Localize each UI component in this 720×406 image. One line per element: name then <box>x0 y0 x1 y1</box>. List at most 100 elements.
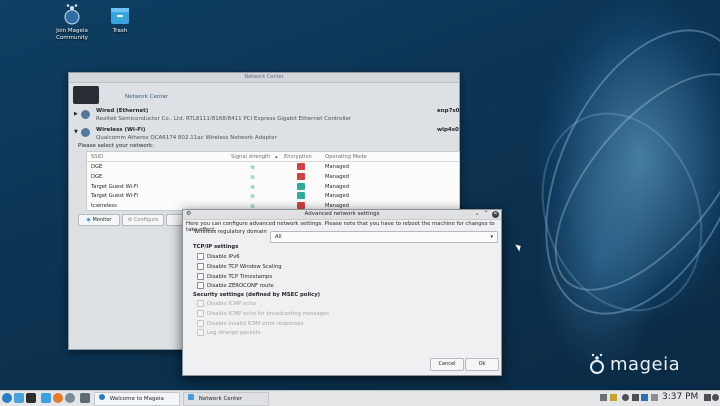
maximize-icon[interactable]: ⌃ <box>482 210 490 218</box>
dialog-titlebar[interactable]: ⚙ Advanced network settings ⌄ ⌃ ✕ <box>183 210 501 220</box>
network-row[interactable]: Target Guest Wi-Fi ≋ Managed <box>87 191 459 201</box>
taskbar-task-welcome[interactable]: Welcome to Mageia <box>94 392 180 406</box>
network-ssid: DGE <box>91 173 103 180</box>
settings-icon[interactable] <box>65 393 75 403</box>
checkbox-box[interactable] <box>197 253 204 260</box>
system-monitor-icon[interactable] <box>80 393 90 403</box>
configure-button-label: Configure <box>133 217 159 223</box>
wired-title: Wired (Ethernet) <box>96 108 149 114</box>
network-ssid: Target Guest Wi-Fi <box>91 193 138 200</box>
checkbox-label: Log strange packets <box>207 329 261 336</box>
taskbar-task-network-center[interactable]: Network Center <box>183 392 269 406</box>
checkbox-label: Disable ICMP echo for broadcasting messa… <box>207 310 330 317</box>
mageia-community-icon <box>61 4 83 26</box>
network-mode: Managed <box>325 183 349 190</box>
network-prompt: Please select your network: <box>78 143 154 149</box>
wireless-device: Qualcomm Atheros QCA6174 802.11ac Wirele… <box>96 135 277 141</box>
terminal-icon[interactable] <box>26 393 36 403</box>
checkbox-box[interactable] <box>197 263 204 270</box>
configure-button[interactable]: ⚙ Configure <box>122 214 164 226</box>
checkbox-label: Disable TCP Window Scaling <box>207 263 282 270</box>
open-lock-icon <box>297 182 305 190</box>
network-center-banner-icon <box>73 86 99 104</box>
checkbox-log-strange-packets: Log strange packets <box>197 329 261 336</box>
checkbox-disable-tcp-timestamps[interactable]: Disable TCP Timestamps <box>197 273 272 280</box>
network-ssid: DGE <box>91 164 103 170</box>
mageia-logo: mageia <box>588 353 680 375</box>
mageia-task-icon <box>99 394 105 400</box>
network-list[interactable]: SSID Signal strength ▴ Encryption Operat… <box>86 151 460 211</box>
minimize-icon[interactable]: ⌄ <box>473 210 481 218</box>
wireless-title: Wireless (Wi-Fi) <box>96 127 146 133</box>
show-desktop-icon[interactable] <box>14 393 24 403</box>
encrypted-lock-icon <box>297 163 305 170</box>
window-titlebar[interactable]: Network Center <box>69 73 459 83</box>
clipboard-icon[interactable] <box>600 394 607 401</box>
checkbox-label: Disable ZEROCONF route <box>207 282 274 289</box>
checkbox-label: Disable ICMP echo <box>207 300 256 307</box>
checkbox-disable-invalid-icmp: Disable invalid ICMP error responses <box>197 320 304 327</box>
signal-icon: ≋ <box>250 193 256 201</box>
clock[interactable]: 3:37 PM <box>662 392 698 402</box>
power-icon[interactable] <box>712 394 719 401</box>
open-lock-icon <box>297 192 305 200</box>
cancel-button[interactable]: Cancel <box>430 358 464 371</box>
volume-icon[interactable] <box>622 394 629 401</box>
checkbox-box <box>197 329 204 336</box>
file-manager-icon[interactable] <box>41 393 51 403</box>
desktop-icon-label: Trash <box>112 28 128 34</box>
wired-device: Realtek Semiconductor Co., Ltd. RTL8111/… <box>96 116 352 122</box>
bluetooth-icon[interactable] <box>641 394 648 401</box>
network-task-icon <box>188 394 194 400</box>
security-section-title: Security settings (defined by MSEC polic… <box>193 292 321 298</box>
tcpip-section-title: TCP/IP settings <box>193 244 239 250</box>
column-encryption[interactable]: Encryption <box>284 154 312 160</box>
checkbox-box[interactable] <box>197 282 204 289</box>
checkbox-disable-ipv6[interactable]: Disable IPv6 <box>197 253 240 260</box>
ok-button[interactable]: Ok <box>465 358 499 371</box>
application-launcher-icon[interactable] <box>2 393 12 403</box>
checkbox-box[interactable] <box>197 273 204 280</box>
checkbox-disable-zeroconf-route[interactable]: Disable ZEROCONF route <box>197 282 274 289</box>
tray-expand-icon[interactable] <box>651 394 658 401</box>
configure-icon: ⚙ <box>127 217 133 223</box>
network-tray-icon[interactable] <box>632 394 639 401</box>
column-mode[interactable]: Operating Mode <box>325 154 367 160</box>
network-mode: Managed <box>325 193 349 200</box>
network-row[interactable]: DGE ≋ Managed <box>87 162 459 172</box>
regulatory-domain-select[interactable]: All ▾ <box>270 231 498 243</box>
task-label: Network Center <box>198 396 242 402</box>
regulatory-domain-label: Wireless regulatory domain <box>194 229 267 235</box>
firefox-icon[interactable] <box>53 393 63 403</box>
column-signal[interactable]: Signal strength <box>231 154 270 160</box>
encrypted-lock-icon <box>297 172 305 180</box>
network-row[interactable]: Target Guest Wi-Fi ≋ Managed <box>87 182 459 192</box>
checkbox-label: Disable TCP Timestamps <box>207 273 273 280</box>
wired-iface: enp7s0 <box>437 108 460 114</box>
network-row[interactable]: DGE ≋ Managed <box>87 172 459 182</box>
desktop-icon-trash[interactable]: Trash <box>92 4 148 35</box>
collapse-arrow-icon[interactable]: ▼ <box>74 129 78 135</box>
lock-screen-icon[interactable] <box>704 394 711 401</box>
taskbar: Welcome to Mageia Network Center 3:37 PM <box>0 390 720 406</box>
dialog-title: Advanced network settings <box>304 211 380 217</box>
monitor-button[interactable]: ◉ Monitor <box>78 214 120 226</box>
checkbox-box <box>197 310 204 317</box>
desktop-icon-label: Community <box>56 35 88 41</box>
checkbox-label: Disable invalid ICMP error responses <box>207 320 304 327</box>
checkbox-disable-icmp-broadcast: Disable ICMP echo for broadcasting messa… <box>197 310 329 317</box>
signal-icon: ≋ <box>250 173 256 181</box>
sort-indicator-icon: ▴ <box>275 154 278 160</box>
regulatory-domain-value: All <box>275 234 282 240</box>
ethernet-icon <box>81 110 90 119</box>
network-mode: Managed <box>325 173 349 180</box>
checkbox-disable-icmp-echo: Disable ICMP echo <box>197 300 256 307</box>
expand-arrow-icon[interactable]: ▶ <box>74 111 78 117</box>
column-ssid[interactable]: SSID <box>91 154 103 160</box>
checkbox-disable-tcp-window-scaling[interactable]: Disable TCP Window Scaling <box>197 263 282 270</box>
checkbox-label: Disable IPv6 <box>207 253 240 260</box>
mageia-logo-icon <box>590 353 604 374</box>
package-updates-icon[interactable] <box>610 394 617 401</box>
close-icon[interactable]: ✕ <box>492 211 499 218</box>
checkbox-box <box>197 300 204 307</box>
